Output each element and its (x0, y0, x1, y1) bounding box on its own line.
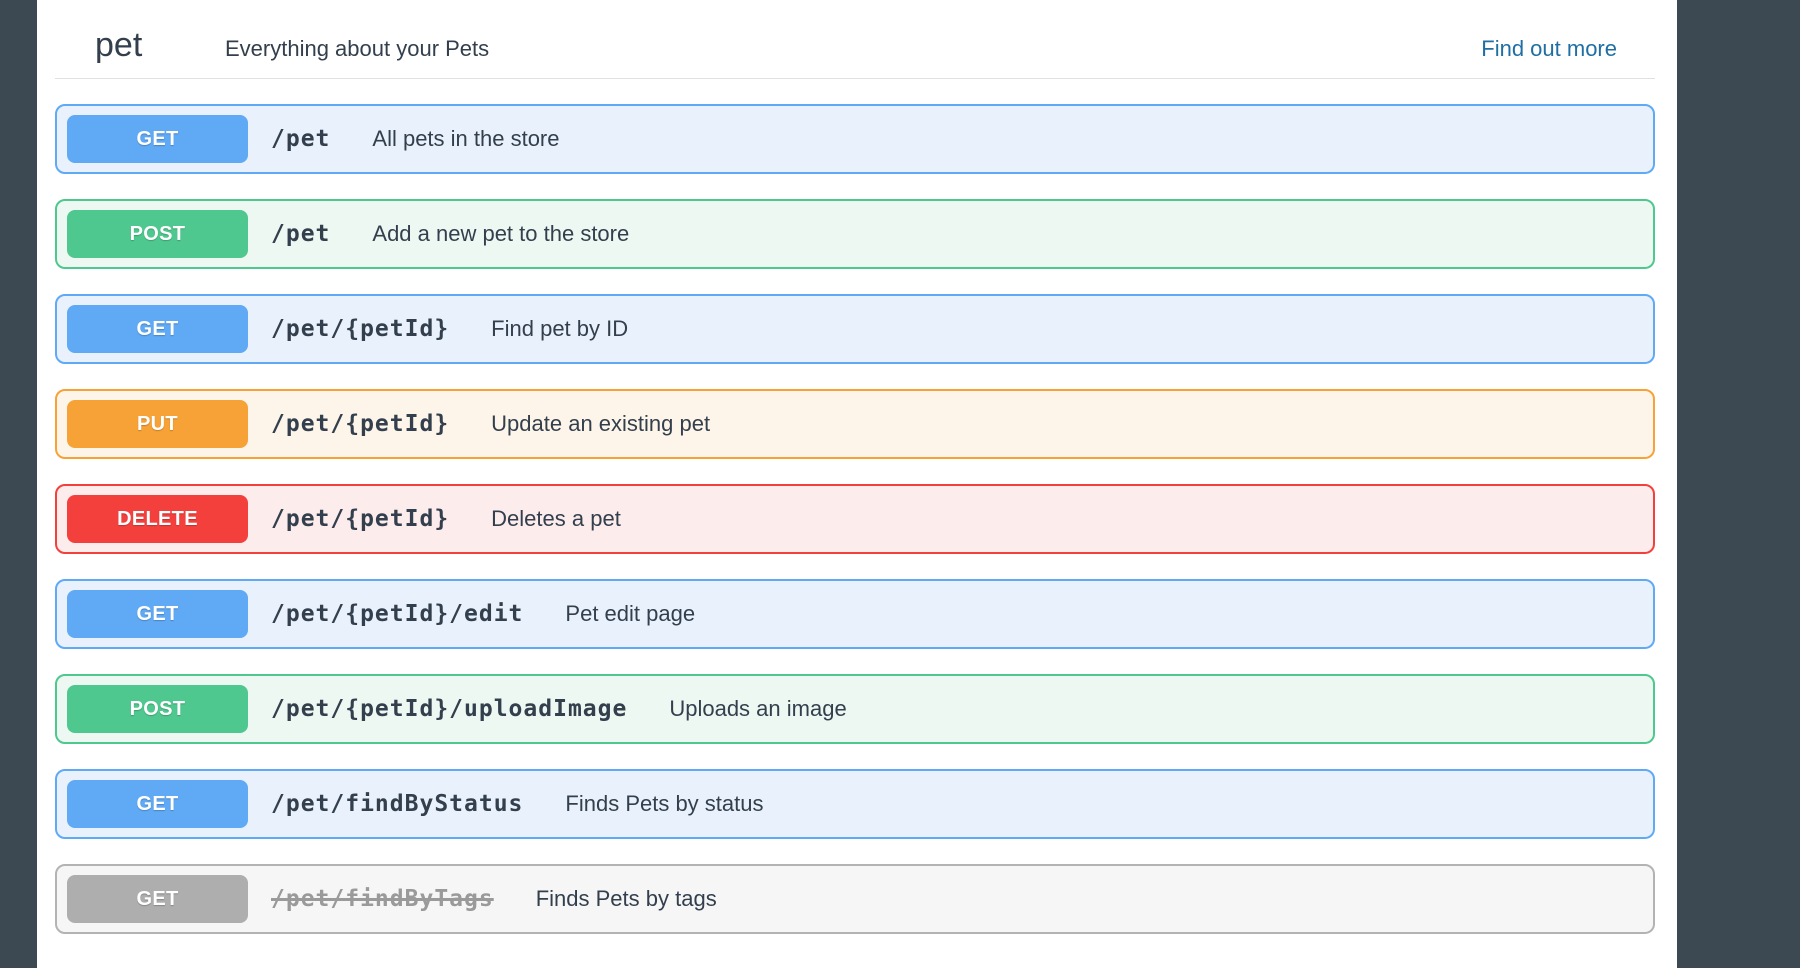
operation-row[interactable]: GET /pet/findByStatus Finds Pets by stat… (55, 769, 1655, 839)
section-title: pet (95, 26, 225, 65)
operation-summary: Finds Pets by tags (536, 886, 717, 912)
method-badge: GET (67, 115, 248, 163)
section-header: pet Everything about your Pets Find out … (95, 26, 1617, 65)
operation-path: /pet (271, 221, 330, 247)
method-badge: PUT (67, 400, 248, 448)
operation-summary: Add a new pet to the store (372, 221, 629, 247)
method-badge: GET (67, 305, 248, 353)
operation-path: /pet/{petId} (271, 506, 449, 532)
operation-path: /pet (271, 126, 330, 152)
operation-summary: Deletes a pet (491, 506, 621, 532)
operation-row[interactable]: GET /pet/{petId}/edit Pet edit page (55, 579, 1655, 649)
operation-path: /pet/{petId}/edit (271, 601, 523, 627)
operation-row[interactable]: GET /pet/findByTags Finds Pets by tags (55, 864, 1655, 934)
operation-path: /pet/findByTags (271, 886, 494, 912)
operation-summary: Uploads an image (669, 696, 846, 722)
method-badge: POST (67, 210, 248, 258)
operation-path: /pet/{petId} (271, 411, 449, 437)
method-badge: GET (67, 780, 248, 828)
operation-summary: Update an existing pet (491, 411, 710, 437)
swagger-page: { "section": { "title": "pet", "descript… (0, 0, 1800, 968)
api-section-panel: pet Everything about your Pets Find out … (37, 0, 1677, 968)
operation-summary: All pets in the store (372, 126, 559, 152)
operation-summary: Finds Pets by status (565, 791, 763, 817)
header-divider (55, 78, 1655, 79)
method-badge: GET (67, 875, 248, 923)
operation-path: /pet/{petId}/uploadImage (271, 696, 627, 722)
method-badge: GET (67, 590, 248, 638)
operation-row[interactable]: DELETE /pet/{petId} Deletes a pet (55, 484, 1655, 554)
method-badge: POST (67, 685, 248, 733)
operation-row[interactable]: POST /pet/{petId}/uploadImage Uploads an… (55, 674, 1655, 744)
section-description: Everything about your Pets (225, 36, 489, 62)
operation-path: /pet/{petId} (271, 316, 449, 342)
operation-summary: Find pet by ID (491, 316, 628, 342)
operations-list: GET /pet All pets in the store POST /pet… (55, 104, 1655, 934)
operation-row[interactable]: GET /pet/{petId} Find pet by ID (55, 294, 1655, 364)
method-badge: DELETE (67, 495, 248, 543)
operation-path: /pet/findByStatus (271, 791, 523, 817)
operation-row[interactable]: GET /pet All pets in the store (55, 104, 1655, 174)
operation-summary: Pet edit page (565, 601, 695, 627)
operation-row[interactable]: PUT /pet/{petId} Update an existing pet (55, 389, 1655, 459)
operation-row[interactable]: POST /pet Add a new pet to the store (55, 199, 1655, 269)
find-out-more-link[interactable]: Find out more (1481, 36, 1617, 62)
